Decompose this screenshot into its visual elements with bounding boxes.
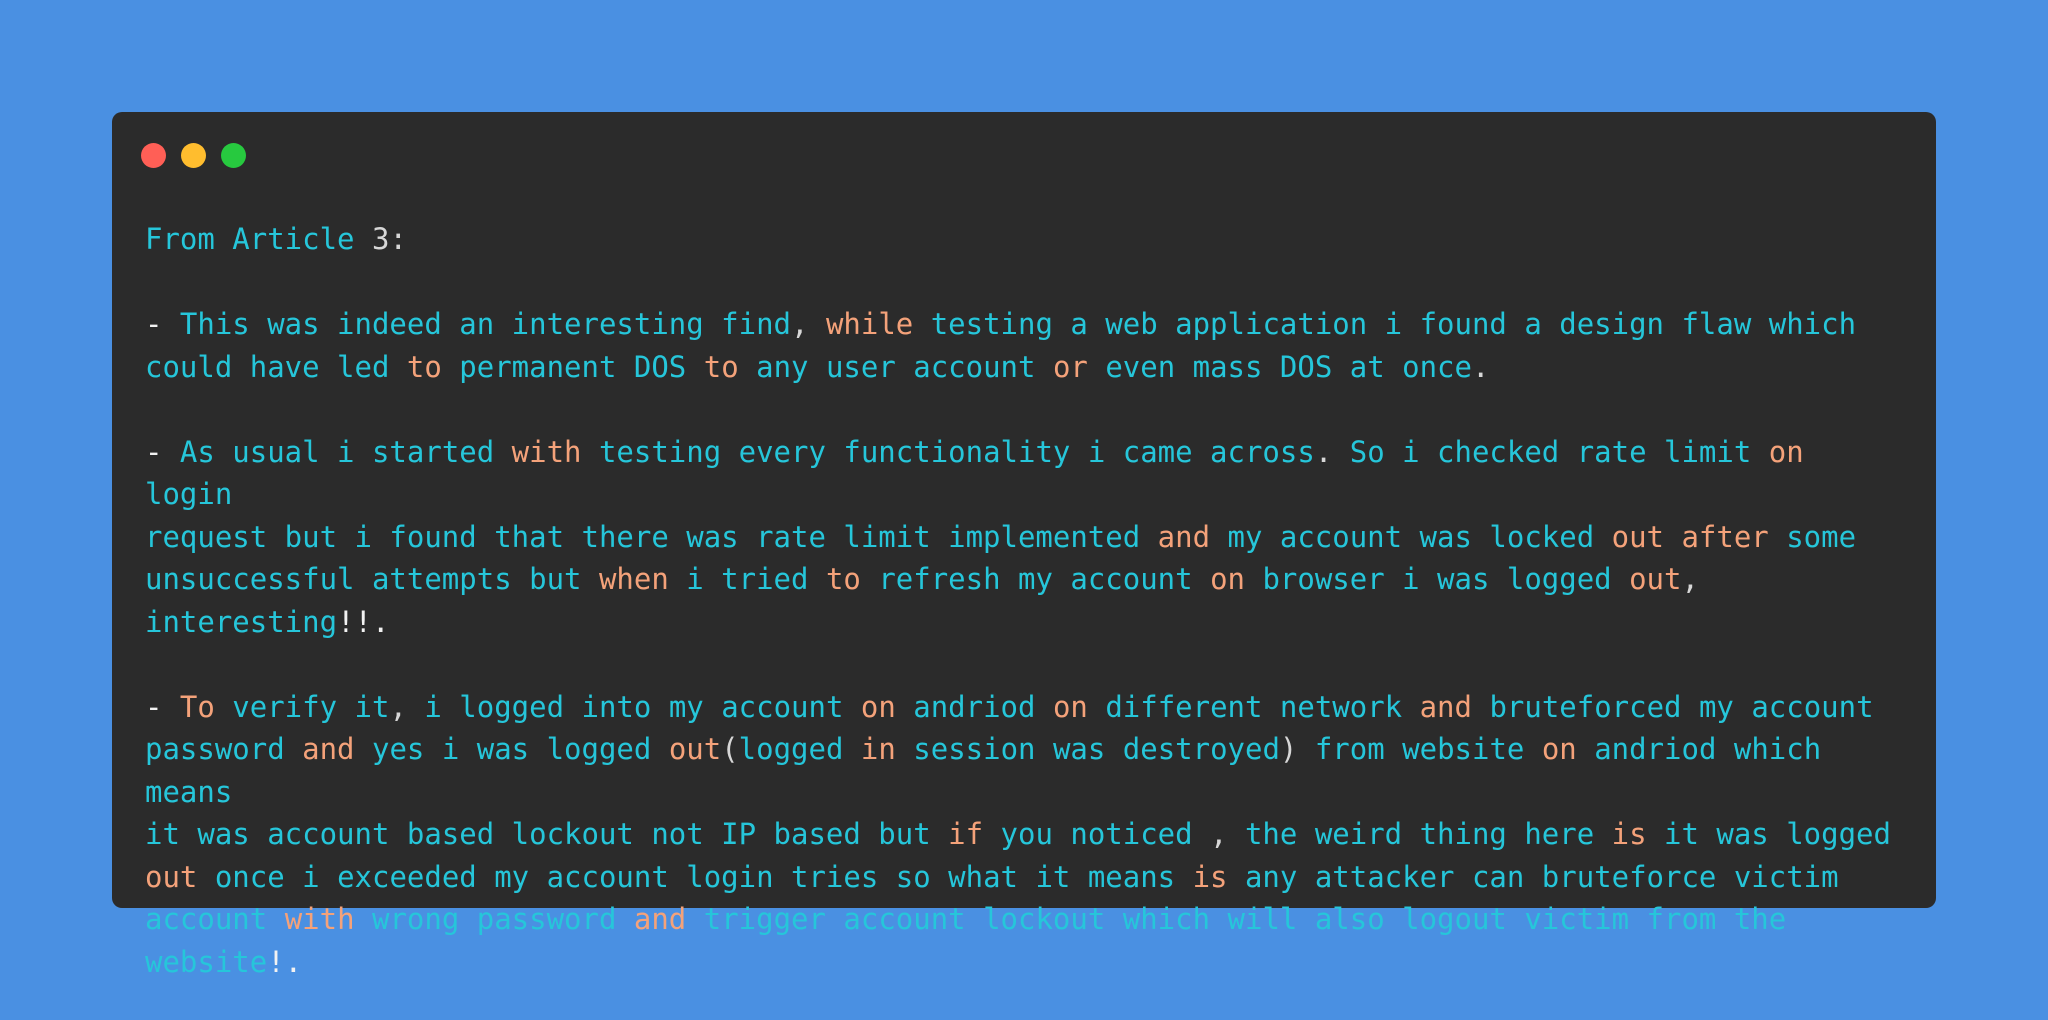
code-token: even mass DOS at once: [1087, 349, 1472, 384]
code-token: it was account based lockout not IP base…: [145, 817, 949, 851]
code-token: unsuccessful attempts but: [145, 562, 599, 596]
code-token: is: [1611, 817, 1647, 851]
code-token: with: [511, 434, 582, 469]
code-token: to: [406, 349, 442, 384]
code-token: So i checked rate limit: [1332, 434, 1769, 469]
code-token: out: [145, 859, 198, 894]
code-token: on: [1541, 732, 1577, 766]
code-token: verify it: [214, 689, 390, 724]
code-line: request but i found that there was rate …: [145, 516, 1908, 559]
code-token: browser i was logged: [1244, 562, 1630, 596]
window-close-button[interactable]: [141, 143, 166, 168]
code-token: and: [1157, 519, 1211, 554]
code-token: !.: [267, 944, 303, 979]
code-token: logged: [738, 732, 861, 766]
code-token: !!.: [337, 604, 390, 639]
code-line: From Article 3:: [145, 218, 1908, 261]
code-token: out after: [1611, 519, 1769, 554]
code-token: could have led: [145, 349, 407, 384]
code-token: testing every functionality i came acros…: [581, 434, 1315, 469]
code-token: ): [1279, 732, 1298, 766]
code-token: with: [284, 902, 355, 936]
code-token: password: [145, 732, 303, 766]
code-token: yes i was logged: [354, 732, 669, 766]
code-token: ,: [1681, 562, 1699, 596]
code-token: some: [1768, 519, 1857, 554]
code-token: ,: [1210, 817, 1228, 851]
code-token: i logged into my account: [406, 689, 861, 724]
code-token: in: [860, 732, 896, 766]
code-line: could have led to permanent DOS to any u…: [145, 346, 1908, 389]
code-token: website: [145, 944, 268, 979]
code-token: out: [668, 732, 722, 766]
code-token: To: [179, 689, 215, 724]
code-token: 3:: [371, 222, 407, 256]
code-token: ,: [791, 307, 826, 341]
code-token: refresh my account: [860, 562, 1211, 596]
code-token: account: [145, 902, 285, 936]
code-token: From Article: [145, 222, 372, 256]
code-token: to: [703, 349, 739, 384]
code-token: and: [1419, 689, 1472, 724]
code-token: you noticed: [983, 817, 1211, 851]
code-token: on: [1052, 689, 1088, 724]
code-token: out: [1629, 562, 1682, 596]
code-token: and: [302, 732, 355, 766]
code-token: (: [721, 732, 739, 766]
code-token: different network: [1087, 689, 1420, 724]
code-token: on: [1210, 562, 1245, 596]
code-token: my account was locked: [1210, 519, 1612, 554]
code-token: .: [1471, 349, 1490, 384]
code-token: As usual i started: [179, 434, 512, 469]
code-token: permanent DOS: [441, 349, 704, 384]
code-token: on: [860, 689, 896, 724]
code-token: wrong password: [354, 902, 634, 936]
code-token: from website: [1297, 732, 1542, 766]
code-line: account with wrong password and trigger …: [145, 898, 1908, 941]
code-token: i tried: [668, 562, 826, 596]
code-token: testing a web application i found a desi…: [913, 307, 1857, 341]
code-token: session was destroyed: [895, 732, 1280, 766]
code-token: while: [825, 307, 914, 341]
code-token: -: [145, 689, 180, 724]
code-token: -: [145, 434, 180, 469]
code-line: out once i exceeded my account login tri…: [145, 856, 1908, 899]
code-token: request but i found that there was rate …: [145, 519, 1158, 554]
code-token: once i exceeded my account login tries s…: [197, 859, 1193, 894]
code-line: - This was indeed an interesting find, w…: [145, 303, 1908, 346]
code-line: password and yes i was logged out(logged…: [145, 728, 1908, 813]
code-token: This was indeed an interesting find: [179, 307, 792, 341]
code-token: when: [598, 562, 669, 596]
code-token: if: [948, 817, 984, 851]
code-line: - As usual i started with testing every …: [145, 431, 1908, 516]
code-line: unsuccessful attempts but when i tried t…: [145, 558, 1908, 601]
code-token: it was logged: [1646, 817, 1891, 851]
code-window: From Article 3: - This was indeed an int…: [112, 112, 1936, 979]
code-token: -: [145, 307, 180, 341]
code-token: any attacker can bruteforce victim: [1227, 859, 1839, 894]
code-token: bruteforced my account: [1471, 689, 1874, 724]
code-token: trigger account lockout which will also …: [686, 902, 1787, 936]
code-line: website!.: [145, 941, 1908, 984]
code-token: ,: [389, 689, 407, 724]
code-token: to: [825, 562, 861, 596]
code-token: is: [1192, 859, 1228, 894]
code-token: on: [1768, 434, 1804, 469]
code-token: interesting: [145, 604, 338, 639]
code-token: or: [1052, 349, 1088, 384]
window-minimize-button[interactable]: [181, 143, 206, 168]
code-token: the weird thing here: [1227, 817, 1612, 851]
window-zoom-button[interactable]: [221, 143, 246, 168]
code-line: - To verify it, i logged into my account…: [145, 686, 1908, 729]
code-token: and: [633, 902, 687, 936]
code-token: .: [1314, 434, 1333, 469]
code-text-block: From Article 3: - This was indeed an int…: [145, 218, 1908, 983]
code-token: andriod: [895, 689, 1053, 724]
code-line: interesting!!.: [145, 601, 1908, 644]
code-line: it was account based lockout not IP base…: [145, 813, 1908, 856]
code-token: any user account: [738, 349, 1053, 384]
